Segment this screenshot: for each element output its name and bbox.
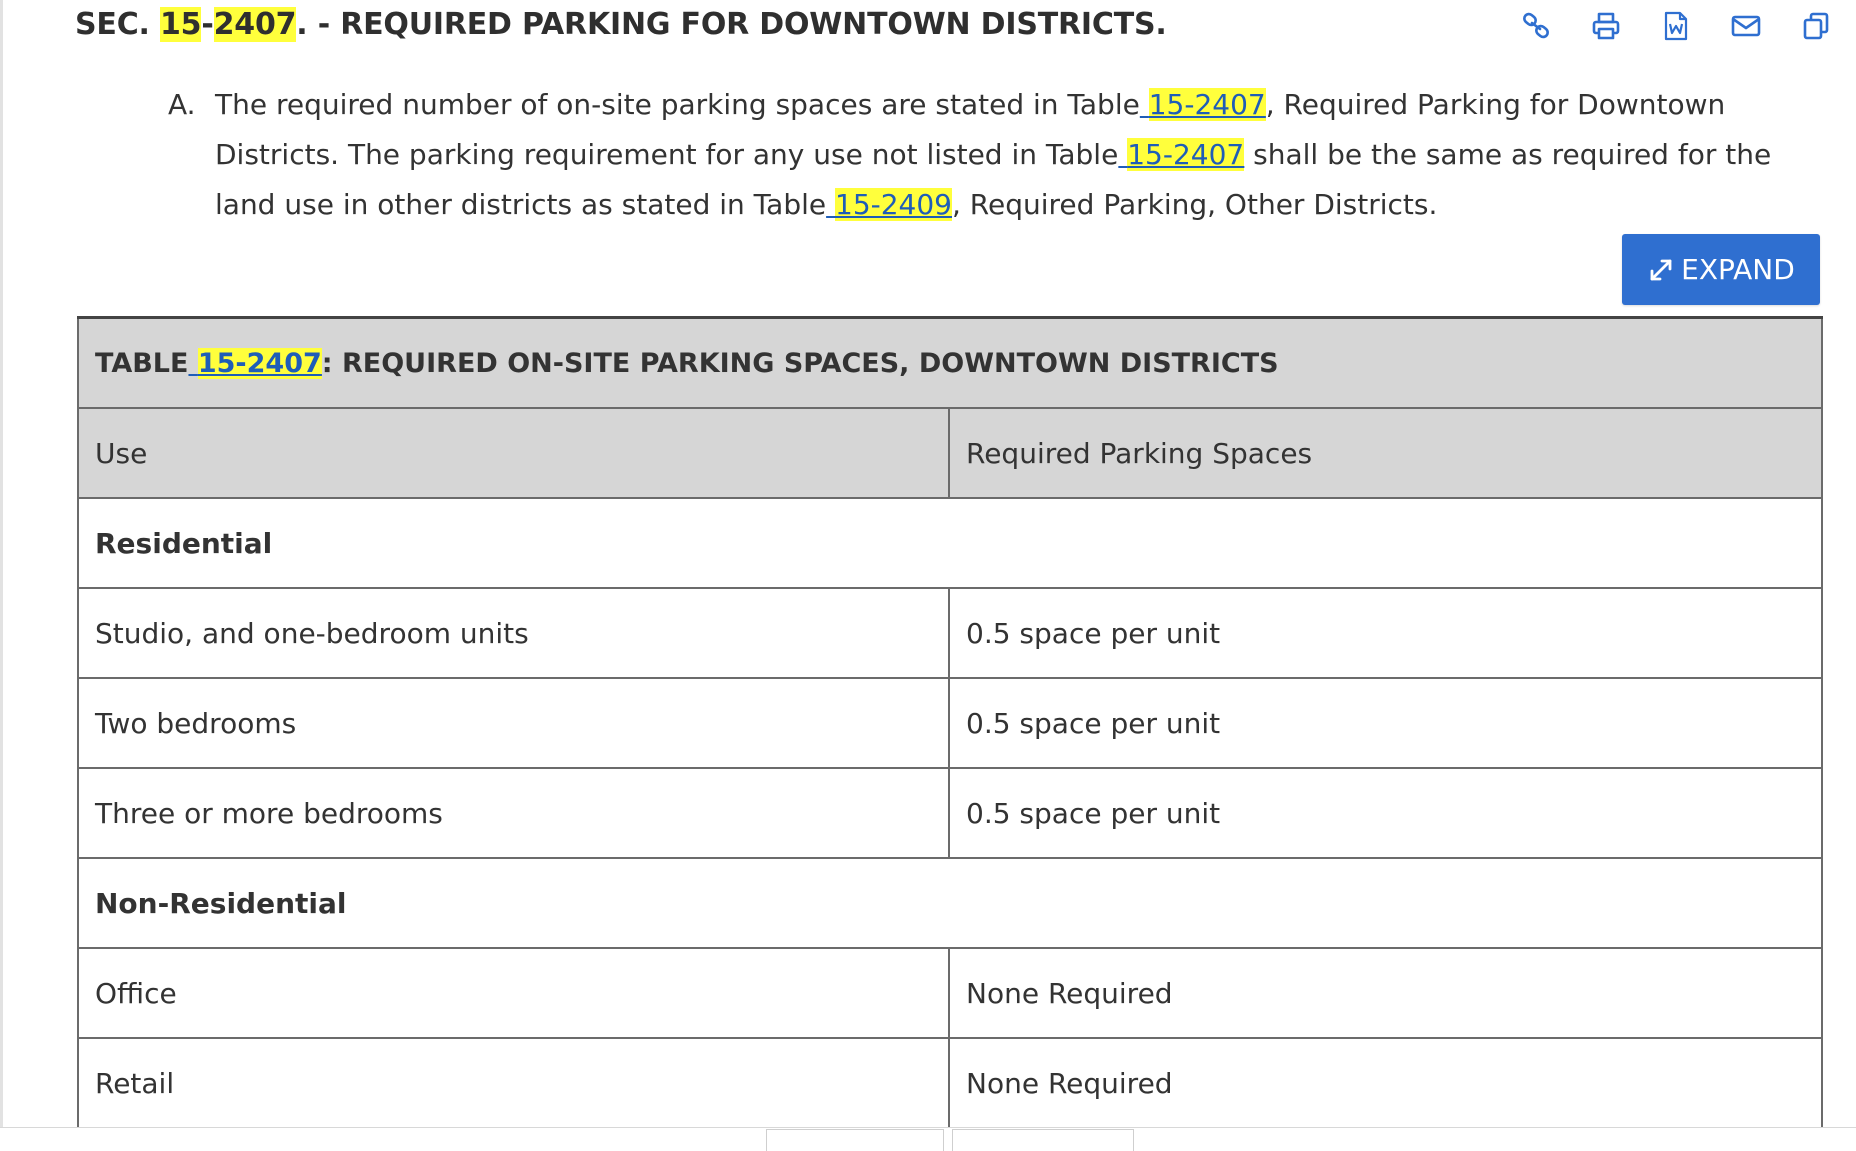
paragraph-a: A. The required number of on-site parkin… xyxy=(168,80,1828,230)
list-marker: A. xyxy=(168,88,196,121)
group-label: Non-Residential xyxy=(76,857,1824,949)
copy-icon[interactable] xyxy=(1796,6,1836,46)
paragraph-text: The required number of on-site parking s… xyxy=(215,88,1772,221)
expand-label: EXPAND xyxy=(1681,253,1795,286)
section-toolbar xyxy=(1516,6,1836,46)
table-group-row: Residential xyxy=(76,497,1824,589)
group-label: Residential xyxy=(76,497,1824,589)
bottom-tab[interactable] xyxy=(766,1129,944,1151)
expand-icon xyxy=(1650,259,1672,280)
table-link-15-2409[interactable]: 15-2409 xyxy=(826,188,952,221)
table-link-15-2407[interactable]: 15-2407 xyxy=(1118,138,1245,171)
table-row: Office None Required xyxy=(77,947,1824,1039)
left-border xyxy=(0,0,3,1150)
table-row: Studio, and one-bedroom units 0.5 space … xyxy=(77,587,1824,679)
search-highlight: 15 xyxy=(159,7,202,42)
parking-cell: None Required xyxy=(947,947,1824,1039)
table-link-15-2407[interactable]: 15-2407 xyxy=(188,347,322,379)
use-cell: Studio, and one-bedroom units xyxy=(77,587,950,679)
parking-cell: 0.5 space per unit xyxy=(947,677,1824,769)
bottom-tab[interactable] xyxy=(952,1129,1134,1151)
use-cell: Office xyxy=(77,947,950,1039)
search-highlight: 2407 xyxy=(213,7,297,42)
parking-cell: 0.5 space per unit xyxy=(947,767,1824,859)
table-caption-row: TABLE 15-2407: REQUIRED ON-SITE PARKING … xyxy=(76,316,1824,409)
email-icon[interactable] xyxy=(1726,6,1766,46)
table-link-15-2407[interactable]: 15-2407 xyxy=(1140,88,1266,121)
column-header-parking: Required Parking Spaces xyxy=(947,407,1824,499)
table-group-row: Non-Residential xyxy=(76,857,1824,949)
use-cell: Three or more bedrooms xyxy=(77,767,950,859)
print-icon[interactable] xyxy=(1586,6,1626,46)
use-cell: Retail xyxy=(77,1037,950,1129)
table-row: Three or more bedrooms 0.5 space per uni… xyxy=(77,767,1824,859)
table-header-row: Use Required Parking Spaces xyxy=(77,407,1824,499)
parking-cell: None Required xyxy=(947,1037,1824,1129)
parking-cell: 0.5 space per unit xyxy=(947,587,1824,679)
expand-button[interactable]: EXPAND xyxy=(1622,234,1820,305)
table-row: Retail None Required xyxy=(77,1037,1824,1129)
section-title: SEC. 15-2407. - REQUIRED PARKING FOR DOW… xyxy=(75,7,1167,42)
table-row: Two bedrooms 0.5 space per unit xyxy=(77,677,1824,769)
column-header-use: Use xyxy=(77,407,950,499)
word-doc-icon[interactable] xyxy=(1656,6,1696,46)
link-icon[interactable] xyxy=(1516,6,1556,46)
table-caption: TABLE 15-2407: REQUIRED ON-SITE PARKING … xyxy=(76,316,1824,409)
parking-table: TABLE 15-2407: REQUIRED ON-SITE PARKING … xyxy=(76,316,1824,1129)
use-cell: Two bedrooms xyxy=(77,677,950,769)
